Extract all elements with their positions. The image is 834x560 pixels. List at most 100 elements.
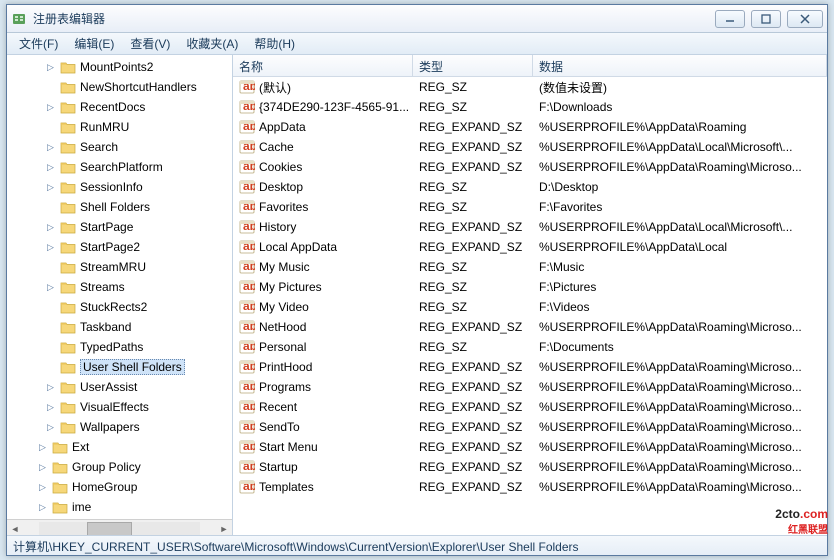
tree-node-label: StartPage2 xyxy=(80,240,140,254)
tree-node[interactable]: ▷HomeGroup xyxy=(7,477,232,497)
list-row[interactable]: abLocal AppDataREG_EXPAND_SZ%USERPROFILE… xyxy=(233,237,827,257)
tree-node-label: VisualEffects xyxy=(80,400,149,414)
column-header-data[interactable]: 数据 xyxy=(533,55,827,76)
expander-icon[interactable]: ▷ xyxy=(45,382,56,393)
cell-name: My Pictures xyxy=(259,280,322,294)
expander-icon[interactable]: ▷ xyxy=(45,402,56,413)
menu-item[interactable]: 文件(F) xyxy=(11,33,66,54)
expander-icon[interactable]: ▷ xyxy=(45,102,56,113)
tree-node[interactable]: ▷ VisualEffects xyxy=(7,397,232,417)
maximize-button[interactable] xyxy=(751,10,781,28)
tree-node[interactable]: ▷RunMRU xyxy=(7,117,232,137)
expander-icon[interactable]: ▷ xyxy=(37,442,48,453)
expander-icon[interactable]: ▷ xyxy=(45,422,56,433)
list-row[interactable]: abTemplatesREG_EXPAND_SZ%USERPROFILE%\Ap… xyxy=(233,477,827,497)
expander-icon[interactable]: ▷ xyxy=(45,162,56,173)
column-header-name[interactable]: 名称 xyxy=(233,55,413,76)
tree-node[interactable]: ▷ RecentDocs xyxy=(7,97,232,117)
column-header-type[interactable]: 类型 xyxy=(413,55,533,76)
tree-node[interactable]: ▷NewShortcutHandlers xyxy=(7,77,232,97)
scroll-thumb[interactable] xyxy=(87,522,132,536)
list-row[interactable]: ab{374DE290-123F-4565-91...REG_SZF:\Down… xyxy=(233,97,827,117)
list-row[interactable]: abCacheREG_EXPAND_SZ%USERPROFILE%\AppDat… xyxy=(233,137,827,157)
scroll-left-icon[interactable]: ◄ xyxy=(7,521,23,536)
expander-icon[interactable]: ▷ xyxy=(45,62,56,73)
list-row[interactable]: abNetHoodREG_EXPAND_SZ%USERPROFILE%\AppD… xyxy=(233,317,827,337)
tree-node-label: Search xyxy=(80,140,118,154)
tree-node[interactable]: ▷SessionInfo xyxy=(7,177,232,197)
list-row[interactable]: abCookiesREG_EXPAND_SZ%USERPROFILE%\AppD… xyxy=(233,157,827,177)
folder-icon xyxy=(52,461,68,474)
tree-node[interactable]: ▷StreamMRU xyxy=(7,257,232,277)
tree-horizontal-scrollbar[interactable]: ◄ ► xyxy=(7,519,232,535)
cell-data: (数值未设置) xyxy=(533,79,827,96)
cell-name: Recent xyxy=(259,400,297,414)
folder-icon xyxy=(60,121,76,134)
tree-node-label: SearchPlatform xyxy=(80,160,163,174)
expander-icon[interactable]: ▷ xyxy=(45,182,56,193)
list-row[interactable]: abMy MusicREG_SZF:\Music xyxy=(233,257,827,277)
expander-icon[interactable]: ▷ xyxy=(45,222,56,233)
expander-icon[interactable]: ▷ xyxy=(45,142,56,153)
tree-node[interactable]: ▷ Ext xyxy=(7,437,232,457)
list-row[interactable]: abSendToREG_EXPAND_SZ%USERPROFILE%\AppDa… xyxy=(233,417,827,437)
list-row[interactable]: abRecentREG_EXPAND_SZ%USERPROFILE%\AppDa… xyxy=(233,397,827,417)
folder-icon xyxy=(60,421,76,434)
list-rows[interactable]: ab(默认)REG_SZ(数值未设置)ab{374DE290-123F-4565… xyxy=(233,77,827,535)
list-row[interactable]: abProgramsREG_EXPAND_SZ%USERPROFILE%\App… xyxy=(233,377,827,397)
tree-node[interactable]: ▷StartPage xyxy=(7,217,232,237)
list-row[interactable]: abFavoritesREG_SZF:\Favorites xyxy=(233,197,827,217)
tree-node[interactable]: ▷UserAssist xyxy=(7,377,232,397)
list-row[interactable]: abHistoryREG_EXPAND_SZ%USERPROFILE%\AppD… xyxy=(233,217,827,237)
cell-type: REG_SZ xyxy=(413,200,533,214)
scroll-track[interactable] xyxy=(39,522,200,536)
expander-icon[interactable]: ▷ xyxy=(37,482,48,493)
expander-icon[interactable]: ▷ xyxy=(45,282,56,293)
tree-node[interactable]: ▷ Streams xyxy=(7,277,232,297)
tree-node[interactable]: ▷Group Policy xyxy=(7,457,232,477)
tree-node[interactable]: ▷Shell Folders xyxy=(7,197,232,217)
menu-item[interactable]: 查看(V) xyxy=(122,33,178,54)
tree-node[interactable]: ▷ StartPage2 xyxy=(7,237,232,257)
cell-type: REG_EXPAND_SZ xyxy=(413,160,533,174)
tree-node[interactable]: ▷MountPoints2 xyxy=(7,57,232,77)
close-button[interactable] xyxy=(787,10,823,28)
tree-node[interactable]: ▷StuckRects2 xyxy=(7,297,232,317)
tree-node-label: Ext xyxy=(72,440,89,454)
folder-icon xyxy=(60,61,76,74)
list-row[interactable]: abAppDataREG_EXPAND_SZ%USERPROFILE%\AppD… xyxy=(233,117,827,137)
minimize-button[interactable] xyxy=(715,10,745,28)
list-row[interactable]: abMy VideoREG_SZF:\Videos xyxy=(233,297,827,317)
tree-node[interactable]: ▷Taskband xyxy=(7,317,232,337)
list-row[interactable]: abPrintHoodREG_EXPAND_SZ%USERPROFILE%\Ap… xyxy=(233,357,827,377)
expander-icon[interactable]: ▷ xyxy=(45,242,56,253)
scroll-right-icon[interactable]: ► xyxy=(216,521,232,536)
list-row[interactable]: abPersonalREG_SZF:\Documents xyxy=(233,337,827,357)
menu-item[interactable]: 收藏夹(A) xyxy=(178,33,246,54)
list-row[interactable]: abDesktopREG_SZD:\Desktop xyxy=(233,177,827,197)
titlebar[interactable]: 注册表编辑器 xyxy=(7,5,827,33)
cell-name: Desktop xyxy=(259,180,303,194)
tree-node[interactable]: ▷ Search xyxy=(7,137,232,157)
list-row[interactable]: abMy PicturesREG_SZF:\Pictures xyxy=(233,277,827,297)
list-row[interactable]: abStartupREG_EXPAND_SZ%USERPROFILE%\AppD… xyxy=(233,457,827,477)
list-row[interactable]: ab(默认)REG_SZ(数值未设置) xyxy=(233,77,827,97)
string-value-icon: ab xyxy=(239,319,255,335)
tree-node-label: User Shell Folders xyxy=(80,359,185,375)
cell-name: Programs xyxy=(259,380,311,394)
list-row[interactable]: abStart MenuREG_EXPAND_SZ%USERPROFILE%\A… xyxy=(233,437,827,457)
tree-node[interactable]: ▷Wallpapers xyxy=(7,417,232,437)
expander-icon[interactable]: ▷ xyxy=(37,462,48,473)
menu-item[interactable]: 帮助(H) xyxy=(246,33,303,54)
menu-item[interactable]: 编辑(E) xyxy=(66,33,122,54)
tree-node[interactable]: ▷TypedPaths xyxy=(7,337,232,357)
expander-icon[interactable]: ▷ xyxy=(37,502,48,513)
folder-icon xyxy=(52,481,68,494)
tree-pane[interactable]: ▷MountPoints2▷NewShortcutHandlers ▷ Recent… xyxy=(7,55,233,535)
tree-node[interactable]: ▷ SearchPlatform xyxy=(7,157,232,177)
cell-data: %USERPROFILE%\AppData\Roaming\Microso... xyxy=(533,320,827,334)
tree-node-label: Streams xyxy=(80,280,125,294)
tree-node[interactable]: ▷ime xyxy=(7,497,232,517)
tree-node-label: RecentDocs xyxy=(80,100,145,114)
tree-node[interactable]: ▷User Shell Folders xyxy=(7,357,232,377)
